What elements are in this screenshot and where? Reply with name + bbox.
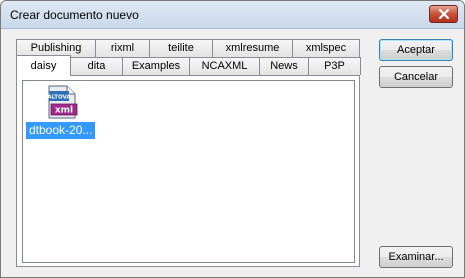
- file-label: dtbook-20...: [26, 122, 96, 139]
- accept-button[interactable]: Aceptar: [379, 39, 453, 61]
- tab-panel: ALTOVA xml dtbook-20...: [16, 75, 360, 267]
- altova-xml-file-icon: ALTOVA xml: [47, 85, 78, 119]
- tab-p3p[interactable]: P3P: [308, 57, 361, 75]
- tab-teilite[interactable]: teilite: [149, 39, 213, 57]
- tab-xmlresume[interactable]: xmlresume: [212, 39, 293, 57]
- dialog-title: Crear documento nuevo: [10, 8, 139, 22]
- template-file-list[interactable]: ALTOVA xml dtbook-20...: [22, 80, 355, 263]
- tab-ncaxml[interactable]: NCAXML: [189, 57, 260, 75]
- close-button[interactable]: [429, 5, 458, 23]
- cancel-button[interactable]: Cancelar: [379, 66, 453, 88]
- tab-dita[interactable]: dita: [70, 57, 123, 75]
- tab-examples[interactable]: Examples: [122, 57, 190, 75]
- close-icon: [438, 9, 449, 19]
- tab-rixml[interactable]: rixml: [95, 39, 150, 57]
- list-item[interactable]: ALTOVA xml dtbook-20...: [26, 85, 98, 141]
- title-bar[interactable]: Crear documento nuevo: [1, 1, 464, 29]
- tab-daisy[interactable]: daisy: [16, 55, 71, 76]
- browse-button[interactable]: Examinar...: [379, 246, 453, 268]
- tab-row-front: daisy dita Examples NCAXML News P3P: [16, 55, 361, 76]
- icon-brand-text: ALTOVA: [47, 95, 71, 101]
- dialog-window: Crear documento nuevo Publishing rixml t…: [0, 0, 465, 278]
- template-tabs: Publishing rixml teilite xmlresume xmlsp…: [16, 39, 361, 267]
- icon-xml-text: xml: [55, 106, 73, 116]
- tab-xmlspec[interactable]: xmlspec: [292, 39, 360, 57]
- tab-news[interactable]: News: [259, 57, 309, 75]
